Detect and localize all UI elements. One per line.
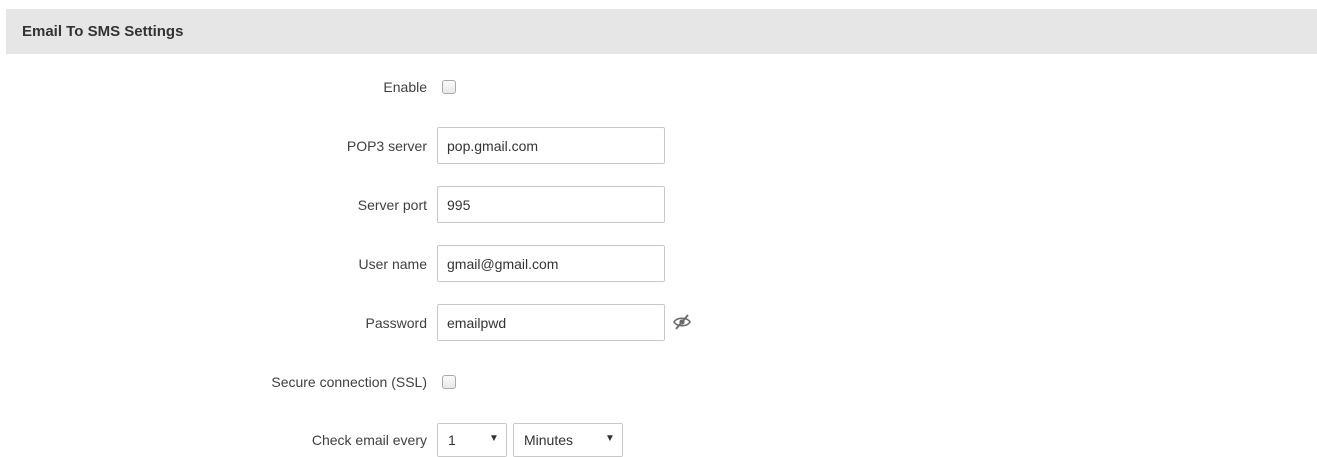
secure-connection-label: Secure connection (SSL): [271, 374, 427, 390]
unit-select[interactable]: Minutes ▼: [513, 423, 623, 457]
password-label: Password: [365, 315, 427, 331]
check-email-every-label: Check email every: [311, 432, 427, 448]
enable-label: Enable: [383, 79, 427, 95]
user-name-label: User name: [358, 256, 427, 272]
section-title: Email To SMS Settings: [22, 23, 184, 40]
unit-select-value: Minutes: [524, 432, 574, 448]
secure-connection-checkbox[interactable]: [442, 375, 456, 389]
password-input[interactable]: [437, 304, 665, 341]
interval-select[interactable]: 1 ▼: [437, 423, 507, 457]
interval-select-value: 1: [448, 432, 456, 448]
server-port-row: Server port: [0, 186, 1317, 223]
password-row: Password: [0, 304, 1317, 341]
secure-connection-row: Secure connection (SSL): [0, 366, 1317, 400]
chevron-down-icon: ▼: [489, 433, 499, 444]
chevron-down-icon: ▼: [605, 433, 615, 444]
eye-slash-icon-svg: [673, 314, 691, 330]
pop3-server-row: POP3 server: [0, 127, 1317, 164]
pop3-server-label: POP3 server: [346, 138, 427, 154]
server-port-label: Server port: [357, 197, 427, 213]
pop3-server-input[interactable]: [437, 127, 665, 164]
user-name-row: User name: [0, 245, 1317, 282]
check-email-every-row: Check email every 1 ▼ Minutes ▼: [0, 423, 1317, 457]
user-name-input[interactable]: [437, 245, 665, 282]
eye-slash-icon[interactable]: [672, 313, 692, 331]
enable-checkbox[interactable]: [442, 80, 456, 94]
server-port-input[interactable]: [437, 186, 665, 223]
enable-row: Enable: [0, 71, 1317, 105]
section-header: Email To SMS Settings: [6, 9, 1317, 54]
